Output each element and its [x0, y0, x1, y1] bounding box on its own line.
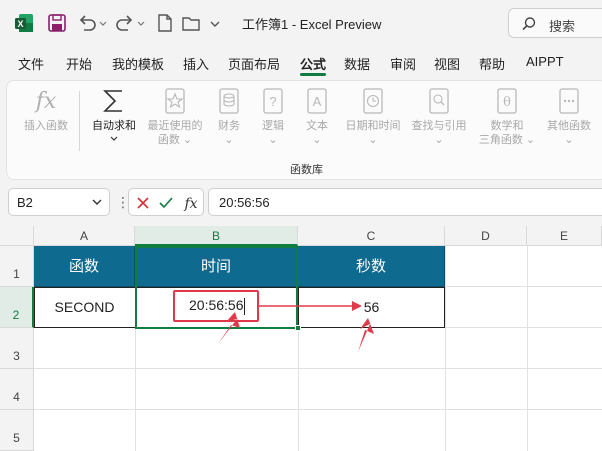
redo-icon[interactable]	[114, 12, 136, 34]
chevron-down-icon	[92, 199, 102, 205]
formula-value: 20:56:56	[219, 195, 270, 210]
undo-icon[interactable]	[76, 12, 98, 34]
tab-insert[interactable]: 插入	[183, 54, 209, 73]
autosum-button[interactable]: 自动求和	[87, 87, 141, 147]
more-functions-button[interactable]: 其他函数 ⌄	[541, 87, 597, 147]
recent-functions-button[interactable]: 最近使用的 函数 ⌄	[143, 87, 207, 147]
insert-function-button[interactable]: fx 插入函数	[21, 87, 71, 133]
connector-arrowhead	[352, 301, 362, 311]
svg-text:?: ?	[269, 94, 276, 109]
title-bar: X 工作簿1 - Excel Preview 搜索	[0, 0, 602, 46]
undo-dropdown-chevron-icon[interactable]	[98, 12, 108, 34]
tab-file[interactable]: 文件	[18, 54, 44, 73]
quick-access-dropdown-icon[interactable]	[208, 12, 222, 34]
cell-reference: B2	[17, 195, 33, 210]
formula-input[interactable]: 20:56:56	[208, 188, 602, 216]
search-box[interactable]: 搜索	[508, 8, 602, 38]
tab-view[interactable]: 视图	[434, 54, 460, 73]
tab-formulas[interactable]: 公式	[300, 54, 326, 73]
tab-data[interactable]: 数据	[344, 54, 370, 73]
fx-icon: fx	[34, 89, 57, 114]
tab-review[interactable]: 审阅	[390, 54, 416, 73]
excel-logo-icon: X	[15, 14, 33, 32]
math-trig-button[interactable]: θ 数学和 三角函数 ⌄	[473, 87, 541, 147]
save-icon[interactable]	[46, 12, 68, 34]
tab-home[interactable]: 开始	[66, 54, 92, 73]
svg-text:θ: θ	[503, 95, 511, 110]
name-box[interactable]: B2	[8, 188, 110, 216]
more-book-icon	[559, 88, 579, 114]
text-book-icon: A	[307, 88, 327, 114]
new-file-icon[interactable]	[154, 12, 176, 34]
clock-book-icon	[363, 88, 383, 114]
coins-book-icon	[219, 88, 239, 114]
question-book-icon: ?	[263, 88, 283, 114]
tab-my-templates[interactable]: 我的模板	[112, 54, 164, 73]
theta-book-icon: θ	[497, 88, 517, 114]
ribbon-separator	[79, 91, 80, 151]
excel-window: { "app": { "title": "工作簿1 - Excel Previe…	[0, 0, 602, 451]
tab-page-layout[interactable]: 页面布局	[228, 54, 280, 73]
active-tab-indicator	[300, 73, 326, 76]
pointer-arrow-c	[358, 318, 374, 352]
search-book-icon	[429, 88, 449, 114]
star-book-icon	[165, 88, 185, 114]
open-folder-icon[interactable]	[180, 12, 202, 34]
chevron-down-icon	[110, 136, 118, 141]
worksheet-grid[interactable]: A B C D E 1 2 3 4 5 函数 时间 秒数 SECOND 56 2…	[0, 226, 602, 451]
formula-tools: fx	[128, 188, 204, 216]
logical-button[interactable]: ? 逻辑 ⌄	[257, 87, 289, 147]
search-placeholder: 搜索	[549, 19, 576, 34]
tab-aippt[interactable]: AIPPT	[526, 54, 564, 69]
search-icon	[522, 17, 536, 31]
svg-text:fx: fx	[183, 196, 197, 212]
cancel-icon[interactable]	[136, 196, 150, 210]
redo-dropdown-chevron-icon[interactable]	[136, 12, 146, 34]
svg-text:fx: fx	[34, 89, 57, 114]
confirm-check-icon[interactable]	[158, 196, 174, 210]
insert-function-fx-icon[interactable]: fx	[181, 193, 201, 213]
svg-text:A: A	[313, 94, 322, 109]
tab-help[interactable]: 帮助	[479, 54, 505, 73]
ribbon-formulas: fx 插入函数 自动求和 最近使用的 函数 ⌄ 财务 ⌄ ? 逻辑 ⌄ A 文本…	[6, 80, 602, 180]
window-title: 工作簿1 - Excel Preview	[242, 17, 382, 32]
text-button[interactable]: A 文本 ⌄	[301, 87, 333, 147]
lookup-reference-button[interactable]: 查找与引用 ⌄	[407, 87, 471, 147]
sigma-icon	[103, 90, 122, 112]
svg-text:X: X	[17, 19, 23, 29]
function-library-label: 函数库	[290, 164, 323, 176]
annotation-arrows	[218, 301, 374, 352]
pointer-arrow-b	[218, 312, 240, 344]
financial-button[interactable]: 财务 ⌄	[213, 87, 245, 147]
formula-bar: B2 ⋮ fx 20:56:56	[0, 188, 602, 218]
date-time-button[interactable]: 日期和时间 ⌄	[341, 87, 405, 147]
